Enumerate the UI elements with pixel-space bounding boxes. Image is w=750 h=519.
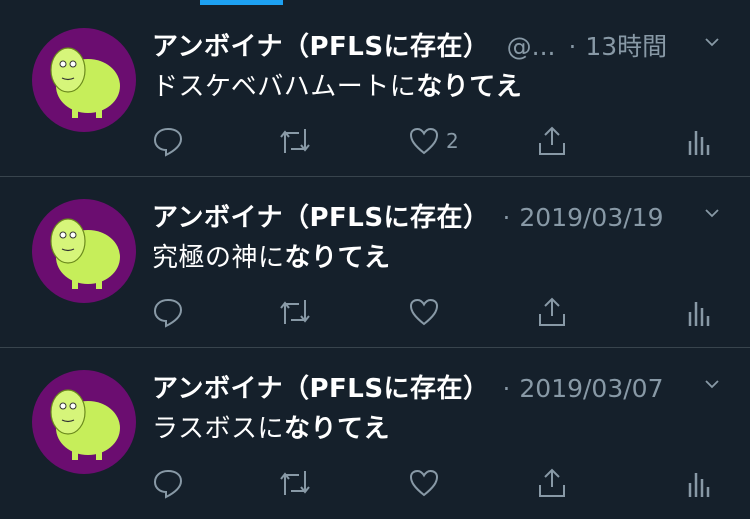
tweet-actions: 2 xyxy=(152,124,722,158)
analytics-button[interactable] xyxy=(686,295,710,329)
tweet-text: ドスケベバハムートになりてえ xyxy=(152,66,522,103)
tweet-text-bold: なりてえ xyxy=(416,72,523,102)
tweet-header: アンボイナ（PFLSに存在） · 2019/03/07 xyxy=(152,368,720,404)
like-button[interactable] xyxy=(408,466,446,500)
analytics-button[interactable] xyxy=(686,466,710,500)
retweet-button[interactable] xyxy=(277,124,313,158)
tweet-text-bold: なりてえ xyxy=(283,414,390,444)
timestamp[interactable]: 13時間 xyxy=(585,32,667,61)
share-icon xyxy=(539,126,565,155)
retweet-icon xyxy=(280,129,310,153)
share-button[interactable] xyxy=(536,124,568,158)
avatar[interactable] xyxy=(32,199,136,303)
like-button[interactable] xyxy=(408,295,446,329)
analytics-button[interactable] xyxy=(686,124,710,158)
display-name[interactable]: アンボイナ（PFLSに存在） xyxy=(152,32,490,62)
retweet-button[interactable] xyxy=(277,295,313,329)
like-icon xyxy=(409,469,439,497)
reply-button[interactable] xyxy=(152,466,184,500)
tweet-text-plain: ドスケベバハムートに xyxy=(152,72,417,102)
separator-dot: · xyxy=(502,375,511,403)
chevron-down-icon[interactable] xyxy=(704,376,720,392)
like-button[interactable]: 2 xyxy=(408,124,459,158)
analytics-icon xyxy=(688,473,710,497)
separator-dot: · xyxy=(568,33,577,61)
reply-button[interactable] xyxy=(152,295,184,329)
like-count: 2 xyxy=(446,129,459,153)
avatar[interactable] xyxy=(32,370,136,474)
tweet-text: 究極の神になりてえ xyxy=(152,237,391,274)
tweet-text-plain: 究極の神に xyxy=(152,243,285,273)
chevron-down-icon[interactable] xyxy=(704,205,720,221)
separator-dot: · xyxy=(502,204,511,232)
timestamp[interactable]: 2019/03/19 xyxy=(519,203,663,232)
tweet-actions xyxy=(152,295,722,329)
reply-icon xyxy=(153,298,183,328)
handle[interactable]: @... xyxy=(507,32,556,61)
tweet-header: アンボイナ（PFLSに存在） · 2019/03/19 xyxy=(152,197,720,233)
analytics-icon xyxy=(688,131,710,155)
tweet-text-bold: なりてえ xyxy=(284,243,391,273)
like-icon xyxy=(409,298,439,326)
like-icon xyxy=(409,127,439,155)
timestamp[interactable]: 2019/03/07 xyxy=(519,374,663,403)
tweet-actions xyxy=(152,466,722,500)
display-name[interactable]: アンボイナ（PFLSに存在） xyxy=(152,203,490,233)
tweet-text: ラスボスになりてえ xyxy=(152,408,390,445)
tweet-text-plain: ラスボスに xyxy=(152,414,284,444)
reply-button[interactable] xyxy=(152,124,184,158)
avatar[interactable] xyxy=(32,28,136,132)
tweet-item[interactable]: アンボイナ（PFLSに存在） · 2019/03/07 ラスボスになりてえ xyxy=(0,348,750,519)
retweet-button[interactable] xyxy=(277,466,313,500)
tweet-header: アンボイナ（PFLSに存在） @... · 13時間 xyxy=(152,26,720,62)
tweet-item[interactable]: アンボイナ（PFLSに存在） @... · 13時間 ドスケベバハムートになりて… xyxy=(0,6,750,177)
share-icon xyxy=(539,297,565,326)
retweet-icon xyxy=(280,471,310,495)
retweet-icon xyxy=(280,300,310,324)
share-icon xyxy=(539,468,565,497)
active-tab-indicator xyxy=(200,0,283,5)
chevron-down-icon[interactable] xyxy=(704,34,720,50)
tweet-item[interactable]: アンボイナ（PFLSに存在） · 2019/03/19 究極の神になりてえ xyxy=(0,177,750,348)
share-button[interactable] xyxy=(536,295,568,329)
reply-icon xyxy=(153,469,183,499)
reply-icon xyxy=(153,127,183,157)
display-name[interactable]: アンボイナ（PFLSに存在） xyxy=(152,374,490,404)
share-button[interactable] xyxy=(536,466,568,500)
analytics-icon xyxy=(688,302,710,326)
